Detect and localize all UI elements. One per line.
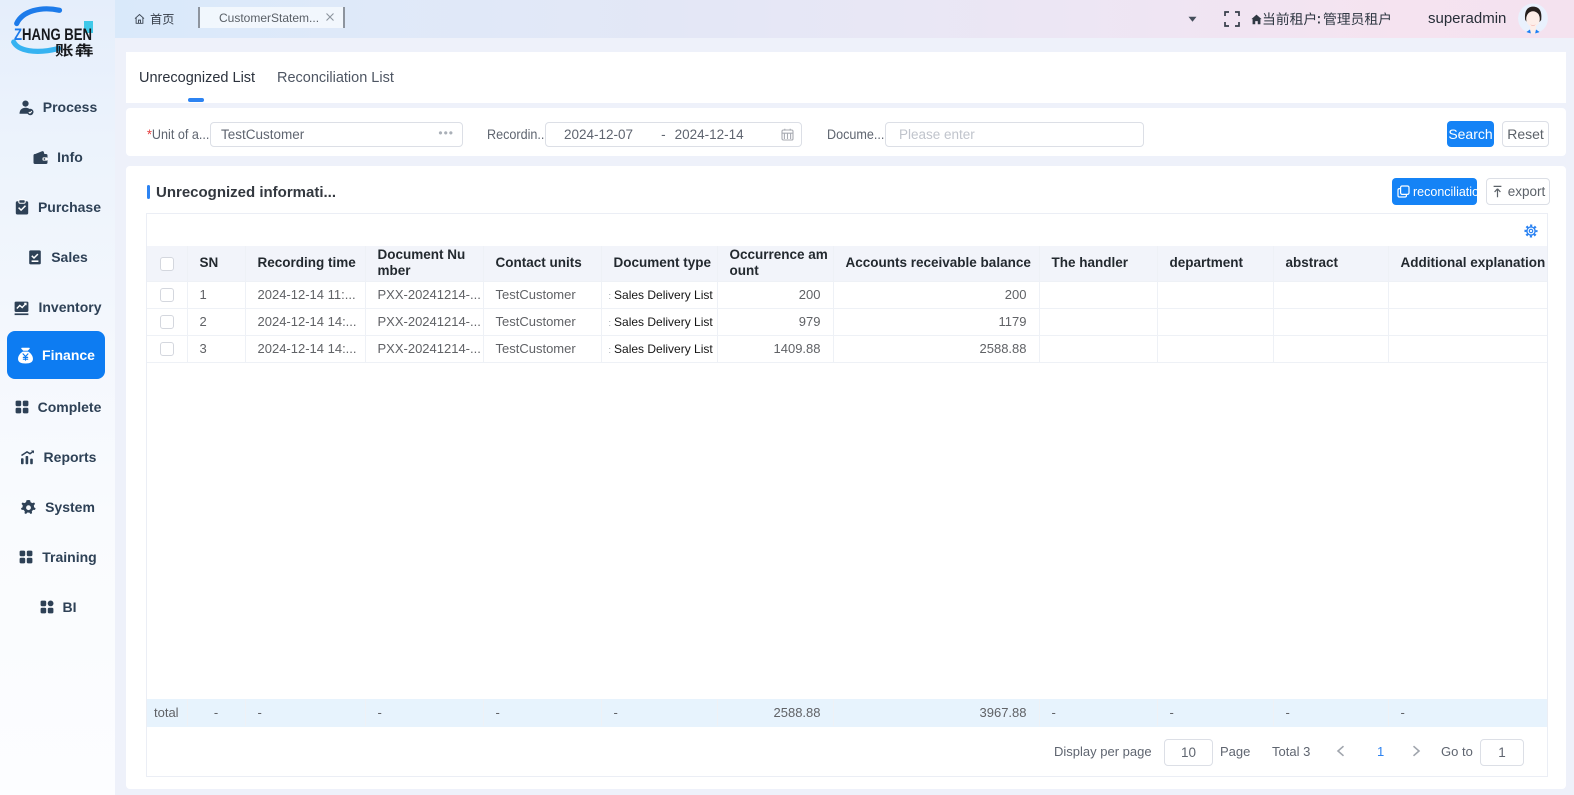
svg-text:ZHANG BEN: ZHANG BEN <box>14 25 92 44</box>
